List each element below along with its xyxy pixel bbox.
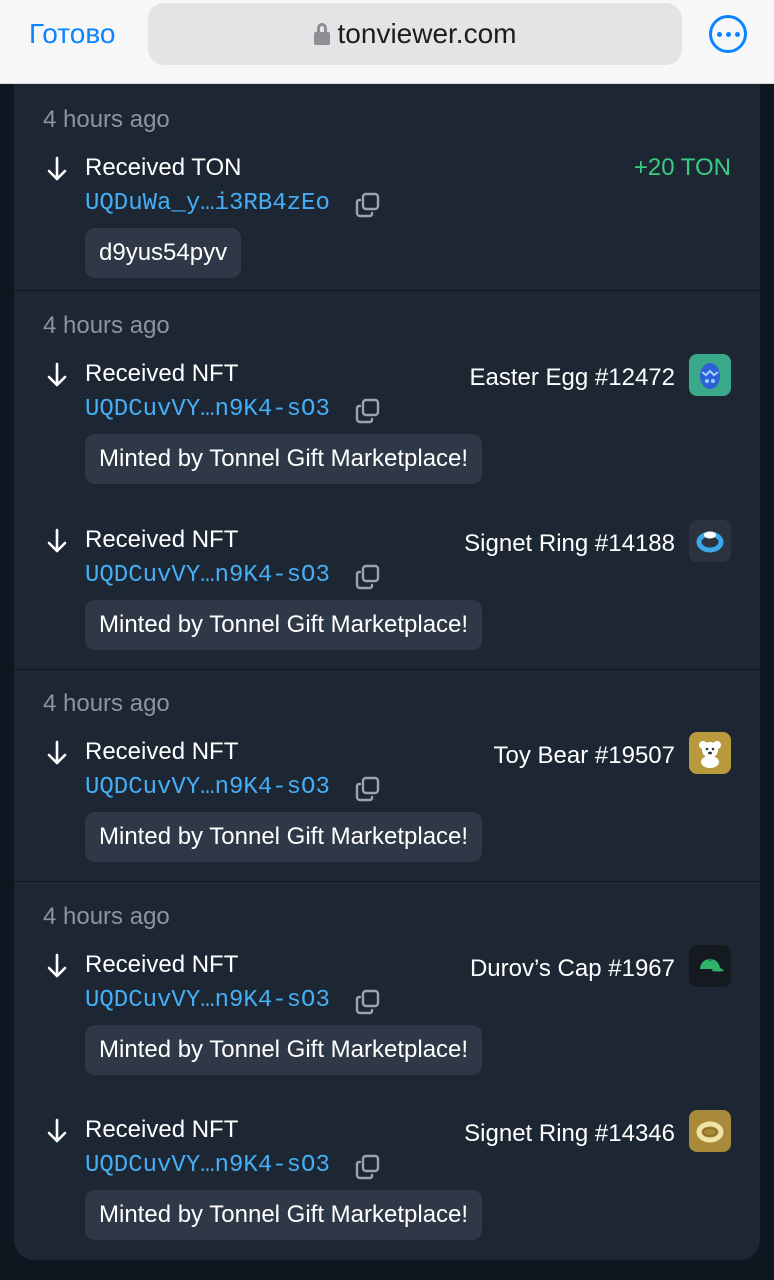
action-title: Received NFT xyxy=(85,526,239,553)
arrow-down-icon xyxy=(47,528,67,553)
done-button[interactable]: Готово xyxy=(29,18,115,50)
sender-address[interactable]: UQDuWa_y…i3RB4zEo xyxy=(85,190,330,217)
comment-badge: Minted by Tonnel Gift Marketplace! xyxy=(85,1025,483,1075)
action-title: Received NFT xyxy=(85,1116,239,1143)
action-title: Received NFT xyxy=(85,951,239,978)
arrow-down-icon xyxy=(47,362,67,387)
event-list: 4 hours ago Received TON +20 TON UQDuWa_… xyxy=(14,84,760,1260)
comment-badge: Minted by Tonnel Gift Marketplace! xyxy=(85,1190,483,1240)
nft-name[interactable]: Toy Bear #19507 xyxy=(494,742,675,770)
nft-name[interactable]: Signet Ring #14188 xyxy=(464,530,675,558)
event-action[interactable]: Received NFT Signet Ring #14188 UQDCuvVY… xyxy=(14,520,760,666)
copy-icon[interactable] xyxy=(355,776,381,802)
event-time: 4 hours ago xyxy=(43,312,170,339)
copy-icon[interactable] xyxy=(355,989,381,1015)
cap-icon[interactable] xyxy=(689,945,731,987)
address-bar[interactable]: tonviewer.com xyxy=(148,3,682,65)
event-action[interactable]: Received NFT Toy Bear #19507 UQDCuvVY…n9… xyxy=(14,732,760,878)
lock-icon xyxy=(313,23,330,45)
comment-badge: Minted by Tonnel Gift Marketplace! xyxy=(85,600,483,650)
event-action[interactable]: Received NFT Signet Ring #14346 UQDCuvVY… xyxy=(14,1110,760,1256)
event-action[interactable]: Received NFT Durov’s Cap #1967 UQDCuvVY…… xyxy=(14,945,760,1091)
amount: +20 TON xyxy=(633,154,731,181)
copy-icon[interactable] xyxy=(355,192,381,218)
copy-icon[interactable] xyxy=(355,398,381,424)
nft-name[interactable]: Durov’s Cap #1967 xyxy=(470,955,675,983)
copy-icon[interactable] xyxy=(355,564,381,590)
bear-icon[interactable] xyxy=(689,732,731,774)
action-title: Received NFT xyxy=(85,738,239,765)
url-text: tonviewer.com xyxy=(337,18,517,49)
arrow-down-icon xyxy=(47,953,67,978)
event-action[interactable]: Received NFT Easter Egg #12472 UQDCuvVY…… xyxy=(14,354,760,500)
event-group: 4 hours ago Received NFT Easter Egg #124… xyxy=(14,291,760,670)
arrow-down-icon xyxy=(47,1118,67,1143)
nft-name[interactable]: Easter Egg #12472 xyxy=(470,364,676,392)
event-action[interactable]: Received TON +20 TON UQDuWa_y…i3RB4zEo d… xyxy=(14,154,760,294)
event-time: 4 hours ago xyxy=(43,106,170,133)
easter-egg-icon[interactable] xyxy=(689,354,731,396)
sender-address[interactable]: UQDCuvVY…n9K4-sO3 xyxy=(85,562,330,589)
nft-name[interactable]: Signet Ring #14346 xyxy=(464,1120,675,1148)
action-title: Received TON xyxy=(85,154,242,181)
copy-icon[interactable] xyxy=(355,1154,381,1180)
event-time: 4 hours ago xyxy=(43,690,170,717)
comment-badge: Minted by Tonnel Gift Marketplace! xyxy=(85,812,483,862)
event-time: 4 hours ago xyxy=(43,903,170,930)
sender-address[interactable]: UQDCuvVY…n9K4-sO3 xyxy=(85,987,330,1014)
sender-address[interactable]: UQDCuvVY…n9K4-sO3 xyxy=(85,396,330,423)
arrow-down-icon xyxy=(47,156,67,181)
sender-address[interactable]: UQDCuvVY…n9K4-sO3 xyxy=(85,1152,330,1179)
ring-icon[interactable] xyxy=(689,1110,731,1152)
browser-toolbar: Готово tonviewer.com xyxy=(0,0,774,84)
ring-icon[interactable] xyxy=(689,520,731,562)
action-title: Received NFT xyxy=(85,360,239,387)
event-group: 4 hours ago Received NFT Durov’s Cap #19… xyxy=(14,882,760,1260)
arrow-down-icon xyxy=(47,740,67,765)
comment-badge: Minted by Tonnel Gift Marketplace! xyxy=(85,434,483,484)
comment-badge: d9yus54pyv xyxy=(85,228,242,278)
event-group: 4 hours ago Received TON +20 TON UQDuWa_… xyxy=(14,84,760,291)
sender-address[interactable]: UQDCuvVY…n9K4-sO3 xyxy=(85,774,330,801)
more-options-icon[interactable] xyxy=(709,15,747,53)
event-group: 4 hours ago Received NFT Toy Bear #19507… xyxy=(14,670,760,882)
